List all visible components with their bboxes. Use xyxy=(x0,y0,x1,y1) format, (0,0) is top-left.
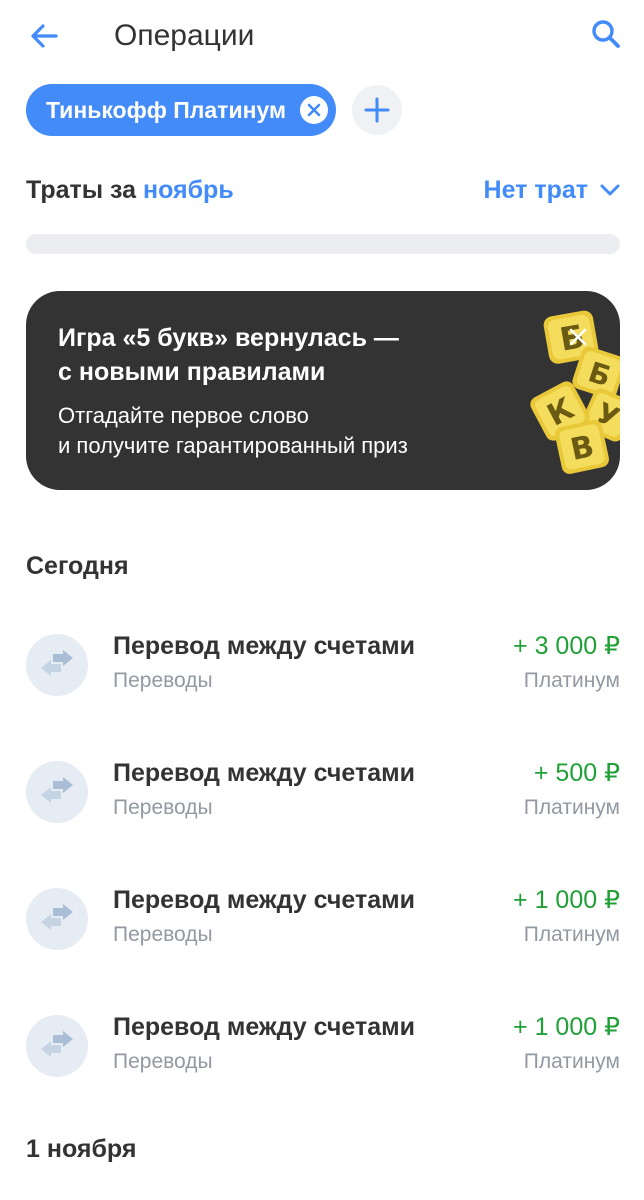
spending-title-prefix: Траты за xyxy=(26,176,143,204)
operation-amount: + 1 000 ₽ xyxy=(513,1013,620,1041)
section-header-today: Сегодня xyxy=(26,552,129,580)
operation-amount: + 500 ₽ xyxy=(533,759,620,787)
transfer-arrows-icon xyxy=(41,1031,73,1057)
transfer-arrows-icon xyxy=(41,650,73,676)
spending-summary: Траты за ноябрь Нет трат xyxy=(26,170,620,210)
operation-title: Перевод между счетами xyxy=(113,886,416,914)
operation-account: Платинум xyxy=(523,796,620,819)
operation-row[interactable]: Перевод между счетами Переводы + 500 ₽ П… xyxy=(26,747,620,837)
transfer-arrows-icon xyxy=(41,777,73,803)
operation-icon xyxy=(26,761,88,823)
spending-dropdown[interactable]: Нет трат xyxy=(484,170,620,210)
operation-amount: + 3 000 ₽ xyxy=(513,632,620,660)
promo-text: Отгадайте первое слово и получите гарант… xyxy=(58,401,488,461)
promo-text-line-1: Отгадайте первое слово xyxy=(58,403,309,428)
operation-icon xyxy=(26,888,88,950)
operation-row[interactable]: Перевод между счетами Переводы + 1 000 ₽… xyxy=(26,874,620,964)
top-app-bar: Операции xyxy=(0,0,644,72)
promo-title: Игра «5 букв» вернулась — с новыми прави… xyxy=(58,321,458,389)
close-circle-icon xyxy=(307,103,321,117)
account-filter-chip[interactable]: Тинькофф Платинум xyxy=(26,84,336,136)
promo-title-line-2: с новыми правилами xyxy=(58,358,326,386)
spending-title: Траты за ноябрь xyxy=(26,170,234,210)
close-icon xyxy=(569,328,587,346)
chevron-down-icon xyxy=(600,184,620,196)
add-filter-button[interactable] xyxy=(351,85,402,135)
operation-account: Платинум xyxy=(523,923,620,946)
transfer-arrows-icon xyxy=(41,904,73,930)
back-button[interactable] xyxy=(26,18,62,54)
promo-title-line-1: Игра «5 букв» вернулась — xyxy=(58,324,399,352)
close-promo-button[interactable] xyxy=(566,325,590,349)
operation-row[interactable]: Перевод между счетами Переводы + 1 000 ₽… xyxy=(26,1001,620,1091)
operation-row[interactable]: Перевод между счетами Переводы + 3 000 ₽… xyxy=(26,620,620,710)
remove-filter-button[interactable] xyxy=(299,96,328,124)
operation-category: Переводы xyxy=(113,796,213,819)
operation-title: Перевод между счетами xyxy=(113,759,416,787)
search-button[interactable] xyxy=(588,16,624,52)
operation-icon xyxy=(26,634,88,696)
account-filter-label: Тинькофф Платинум xyxy=(46,97,286,123)
operation-account: Платинум xyxy=(523,669,620,692)
operation-icon xyxy=(26,1015,88,1077)
operation-title: Перевод между счетами xyxy=(113,1013,416,1041)
filter-chips: Тинькофф Платинум xyxy=(26,84,402,136)
operation-category: Переводы xyxy=(113,923,213,946)
search-icon xyxy=(592,20,620,48)
month-selector[interactable]: ноябрь xyxy=(143,176,234,204)
operation-category: Переводы xyxy=(113,669,213,692)
section-header-date: 1 ноября xyxy=(26,1135,137,1163)
spending-progress-bar xyxy=(26,234,620,254)
operation-title: Перевод между счетами xyxy=(113,632,416,660)
page-title: Операции xyxy=(114,19,255,52)
promo-banner[interactable]: Игра «5 букв» вернулась — с новыми прави… xyxy=(26,291,620,490)
operation-amount: + 1 000 ₽ xyxy=(513,886,620,914)
operation-account: Платинум xyxy=(523,1050,620,1073)
plus-icon xyxy=(364,97,390,123)
promo-text-line-2: и получите гарантированный приз xyxy=(58,433,408,458)
arrow-left-icon xyxy=(31,24,58,48)
spending-status: Нет трат xyxy=(483,175,588,204)
operation-category: Переводы xyxy=(113,1050,213,1073)
